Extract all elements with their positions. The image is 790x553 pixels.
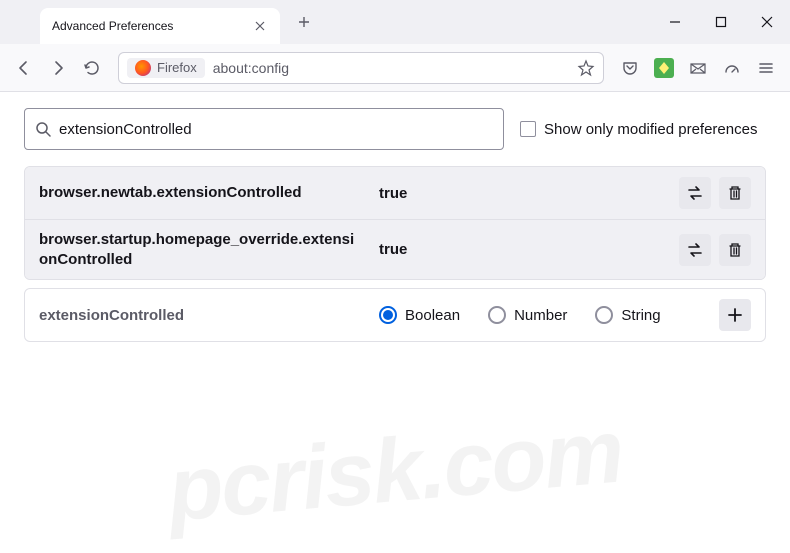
forward-button[interactable]	[42, 52, 74, 84]
bookmark-star-icon[interactable]	[577, 59, 595, 77]
preference-value: true	[379, 241, 659, 258]
search-box[interactable]	[24, 108, 504, 150]
toggle-button[interactable]	[679, 234, 711, 266]
new-tab-button[interactable]	[288, 6, 320, 38]
add-button[interactable]	[719, 299, 751, 331]
tab-title: Advanced Preferences	[52, 19, 244, 33]
modified-only-checkbox[interactable]: Show only modified preferences	[520, 121, 757, 138]
tab-area: Advanced Preferences	[0, 0, 320, 44]
delete-button[interactable]	[719, 177, 751, 209]
back-button[interactable]	[8, 52, 40, 84]
content-area: Show only modified preferences browser.n…	[0, 92, 790, 358]
preference-name: browser.startup.homepage_override.extens…	[39, 230, 359, 269]
menu-button[interactable]	[750, 52, 782, 84]
reload-button[interactable]	[76, 52, 108, 84]
preferences-list: browser.newtab.extensionControlled true …	[24, 166, 766, 280]
toolbar: Firefox about:config	[0, 44, 790, 92]
mail-icon[interactable]	[682, 52, 714, 84]
titlebar: Advanced Preferences	[0, 0, 790, 44]
preference-actions	[679, 234, 751, 266]
type-options: Boolean Number String	[379, 306, 699, 324]
type-string[interactable]: String	[595, 306, 660, 324]
checkbox-icon	[520, 121, 536, 137]
close-window-button[interactable]	[744, 0, 790, 44]
pocket-icon[interactable]	[614, 52, 646, 84]
preference-name: browser.newtab.extensionControlled	[39, 183, 359, 203]
preference-row[interactable]: browser.startup.homepage_override.extens…	[25, 220, 765, 279]
close-tab-icon[interactable]	[252, 18, 268, 34]
create-preference-row: extensionControlled Boolean Number Strin…	[24, 288, 766, 342]
type-label: Number	[514, 307, 567, 324]
search-row: Show only modified preferences	[24, 108, 766, 150]
search-icon	[35, 121, 51, 137]
radio-icon	[488, 306, 506, 324]
maximize-button[interactable]	[698, 0, 744, 44]
create-name: extensionControlled	[39, 307, 359, 324]
minimize-button[interactable]	[652, 0, 698, 44]
firefox-logo-icon	[135, 60, 151, 76]
extension-icon[interactable]	[648, 52, 680, 84]
toggle-button[interactable]	[679, 177, 711, 209]
type-number[interactable]: Number	[488, 306, 567, 324]
window-controls	[652, 0, 790, 44]
url-text: about:config	[213, 60, 569, 76]
toolbar-right	[614, 52, 782, 84]
type-label: String	[621, 307, 660, 324]
url-bar[interactable]: Firefox about:config	[118, 52, 604, 84]
delete-button[interactable]	[719, 234, 751, 266]
browser-tab[interactable]: Advanced Preferences	[40, 8, 280, 44]
checkbox-label: Show only modified preferences	[544, 121, 757, 138]
dashboard-icon[interactable]	[716, 52, 748, 84]
type-boolean[interactable]: Boolean	[379, 306, 460, 324]
radio-icon	[595, 306, 613, 324]
search-input[interactable]	[59, 121, 493, 138]
preference-actions	[679, 177, 751, 209]
identity-label: Firefox	[157, 60, 197, 75]
identity-box[interactable]: Firefox	[127, 58, 205, 78]
preference-row[interactable]: browser.newtab.extensionControlled true	[25, 167, 765, 220]
radio-icon	[379, 306, 397, 324]
watermark: pcrisk.com	[164, 400, 626, 542]
type-label: Boolean	[405, 307, 460, 324]
preference-value: true	[379, 185, 659, 202]
